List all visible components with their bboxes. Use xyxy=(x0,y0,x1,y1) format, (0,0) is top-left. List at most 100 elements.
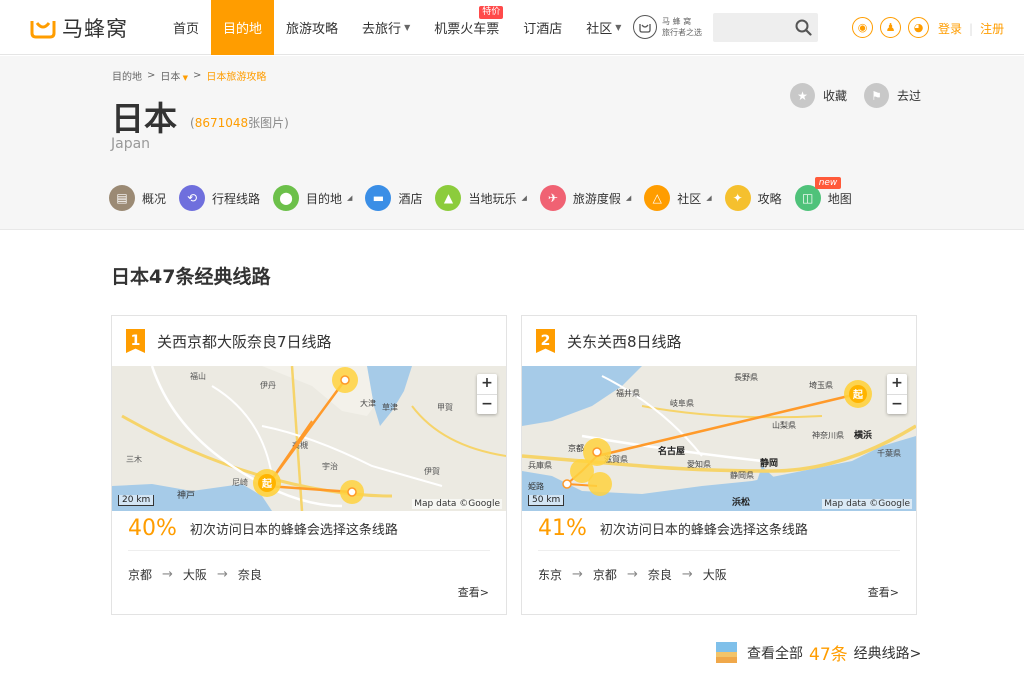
qq-icon[interactable]: ♟ xyxy=(880,17,901,38)
search-icon[interactable] xyxy=(795,19,812,36)
view-route-link[interactable]: 查看> xyxy=(458,584,489,600)
breadcrumb-separator: > xyxy=(147,70,156,81)
zoom-in-button[interactable]: + xyxy=(887,374,907,394)
photo-count-suffix: 张图片 xyxy=(248,116,285,130)
subnav-item[interactable]: ✦ 攻略 xyxy=(724,184,782,212)
subnav-item[interactable]: ✈ 旅游度假 ◢ xyxy=(539,184,631,212)
subnav-item[interactable]: ⬤ 目的地 ◢ xyxy=(273,184,352,212)
subnav-item[interactable]: ⟲ 行程线路 xyxy=(179,184,260,212)
route-stat: 41% 初次访问日本的蜂蜂会选择这条线路 xyxy=(538,516,808,541)
brand-logo-icon xyxy=(633,15,657,39)
breadcrumb-root[interactable]: 目的地 xyxy=(112,68,142,83)
register-link[interactable]: 注册 xyxy=(980,20,1004,37)
arrow-right-icon: → xyxy=(626,567,638,582)
nav-community[interactable]: 社区 ▼ xyxy=(574,0,633,55)
map-label: 長野県 xyxy=(734,373,758,382)
wechat-icon[interactable]: ◕ xyxy=(908,17,929,38)
card-header: 2 关东关西8日线路 xyxy=(522,316,916,366)
nav-destination[interactable]: 目的地 xyxy=(211,0,275,55)
compass-icon: ✦ xyxy=(724,185,751,211)
nav-guides[interactable]: 旅游攻略 xyxy=(274,0,350,55)
weibo-icon[interactable]: ◉ xyxy=(852,17,873,38)
route-description: 初次访问日本的蜂蜂会选择这条线路 xyxy=(599,523,808,538)
zoom-out-button[interactable]: − xyxy=(887,394,907,414)
subnav-item-label: 地图 xyxy=(827,191,852,206)
auth-links: 登录 | 注册 xyxy=(938,20,1004,37)
dropdown-triangle-icon: ◢ xyxy=(706,194,712,202)
map-zoom-control: + − xyxy=(887,374,907,414)
map-label: 福山 xyxy=(190,371,206,381)
arrow-right-icon: → xyxy=(681,567,693,582)
map-label: 宇治 xyxy=(322,461,338,471)
subnav-item[interactable]: ▤ 概况 xyxy=(109,184,166,212)
rank-badge: 2 xyxy=(536,329,555,353)
map-label: 三木 xyxy=(126,454,142,464)
route-stop: 京都 xyxy=(128,568,153,582)
brand-text: 马 蜂 窝 旅行者之选 xyxy=(662,16,702,38)
map-zoom-control: + − xyxy=(477,374,497,414)
login-link[interactable]: 登录 xyxy=(938,20,962,37)
zoom-out-button[interactable]: − xyxy=(477,394,497,414)
star-icon: ★ xyxy=(790,83,815,108)
chevron-down-icon: ▼ xyxy=(180,74,188,82)
subnav-item[interactable]: △ 社区 ◢ xyxy=(644,184,712,212)
site-logo[interactable]: 马蜂窝 xyxy=(30,14,128,42)
subnav-item[interactable]: ◫ 地图 new xyxy=(794,177,852,212)
nav-hotel[interactable]: 订酒店 xyxy=(511,0,574,55)
social-login: ◉ ♟ ◕ xyxy=(852,17,929,38)
route-title[interactable]: 关东关西8日线路 xyxy=(567,331,682,352)
arrow-right-icon: → xyxy=(572,567,583,582)
view-all-routes-link[interactable]: 查看全部 47条 经典线路> xyxy=(716,640,921,665)
route-map[interactable]: 福山 伊丹 大津 草津 甲賀 三木 高槻 宇治 伊賀 尼崎 神戸 起 + − 2… xyxy=(112,366,506,511)
nav-tickets[interactable]: 机票火车票 特价 xyxy=(422,0,511,55)
route-map[interactable]: 長野県 福井県 岐阜県 埼玉県 山梨県 京都 滋賀県 名古屋 愛知県 神奈川県 … xyxy=(522,366,916,511)
been-there-button[interactable]: ⚑ 去过 xyxy=(864,83,921,108)
nav-community-label: 社区 xyxy=(586,22,613,37)
breadcrumb-country-label: 日本 xyxy=(160,72,181,83)
subnav-item-label: 当地玩乐 xyxy=(468,191,517,206)
subnav-item-label: 旅游度假 xyxy=(572,191,621,206)
search-input[interactable] xyxy=(713,13,793,42)
map-label: 福井県 xyxy=(616,388,640,398)
logo-icon xyxy=(30,21,56,39)
view-route-link[interactable]: 查看> xyxy=(868,584,899,600)
map-thumbnail-icon xyxy=(716,642,737,663)
nav-guides-label: 旅游攻略 xyxy=(286,22,339,37)
map-label: 草津 xyxy=(382,402,398,412)
subnav-item[interactable]: ▬ 酒店 xyxy=(365,184,422,212)
subnav-item-label: 攻略 xyxy=(757,191,782,206)
route-stop: 大阪 xyxy=(702,568,727,582)
map-label: 伊賀 xyxy=(424,466,440,476)
route-card[interactable]: 1 关西京都大阪奈良7日线路 福山 伊丹 大津 草津 甲賀 三木 高槻 宇治 伊… xyxy=(111,315,507,615)
travelers-choice-badge[interactable]: 马 蜂 窝 旅行者之选 xyxy=(633,15,702,39)
dropdown-triangle-icon: ◢ xyxy=(347,194,353,202)
nav-destination-label: 目的地 xyxy=(223,22,263,37)
nav-home[interactable]: 首页 xyxy=(161,0,211,55)
breadcrumb-separator: > xyxy=(193,70,202,81)
map-label: 神奈川県 xyxy=(812,430,844,440)
map-scale: 20 km xyxy=(118,495,155,506)
nav-travel[interactable]: 去旅行 ▼ xyxy=(350,0,422,55)
map-scale: 50 km xyxy=(528,495,565,506)
brand-line-2: 旅行者之选 xyxy=(662,28,702,37)
map-label: 甲賀 xyxy=(437,402,453,412)
breadcrumb-country[interactable]: 日本 ▼ xyxy=(160,68,188,83)
route-title[interactable]: 关西京都大阪奈良7日线路 xyxy=(157,331,332,352)
favorite-button[interactable]: ★ 收藏 xyxy=(790,83,847,108)
map-label: 神戸 xyxy=(177,489,195,501)
plane-icon: ✈ xyxy=(539,185,566,211)
map-label: 尼崎 xyxy=(232,477,248,487)
country-english-name: Japan xyxy=(111,136,151,152)
map-label: 浜松 xyxy=(732,496,750,508)
route-card[interactable]: 2 关东关西8日线路 長野県 福井県 岐阜県 埼玉県 山梨県 京都 滋賀県 名古… xyxy=(521,315,917,615)
map-label: 埼玉県 xyxy=(809,380,833,390)
zoom-in-button[interactable]: + xyxy=(477,374,497,394)
map-label: 愛知県 xyxy=(687,459,711,469)
route-stops: 京都 → 大阪 → 奈良 xyxy=(128,566,262,583)
map-attribution[interactable]: Map data ©Google xyxy=(822,499,912,509)
nav-home-label: 首页 xyxy=(173,22,200,37)
subnav-item[interactable]: ▲ 当地玩乐 ◢ xyxy=(435,184,527,212)
map-attribution[interactable]: Map data ©Google xyxy=(412,499,502,509)
photo-count[interactable]: (8671048张图片) xyxy=(190,114,289,131)
map-label: 静岡県 xyxy=(730,470,754,480)
